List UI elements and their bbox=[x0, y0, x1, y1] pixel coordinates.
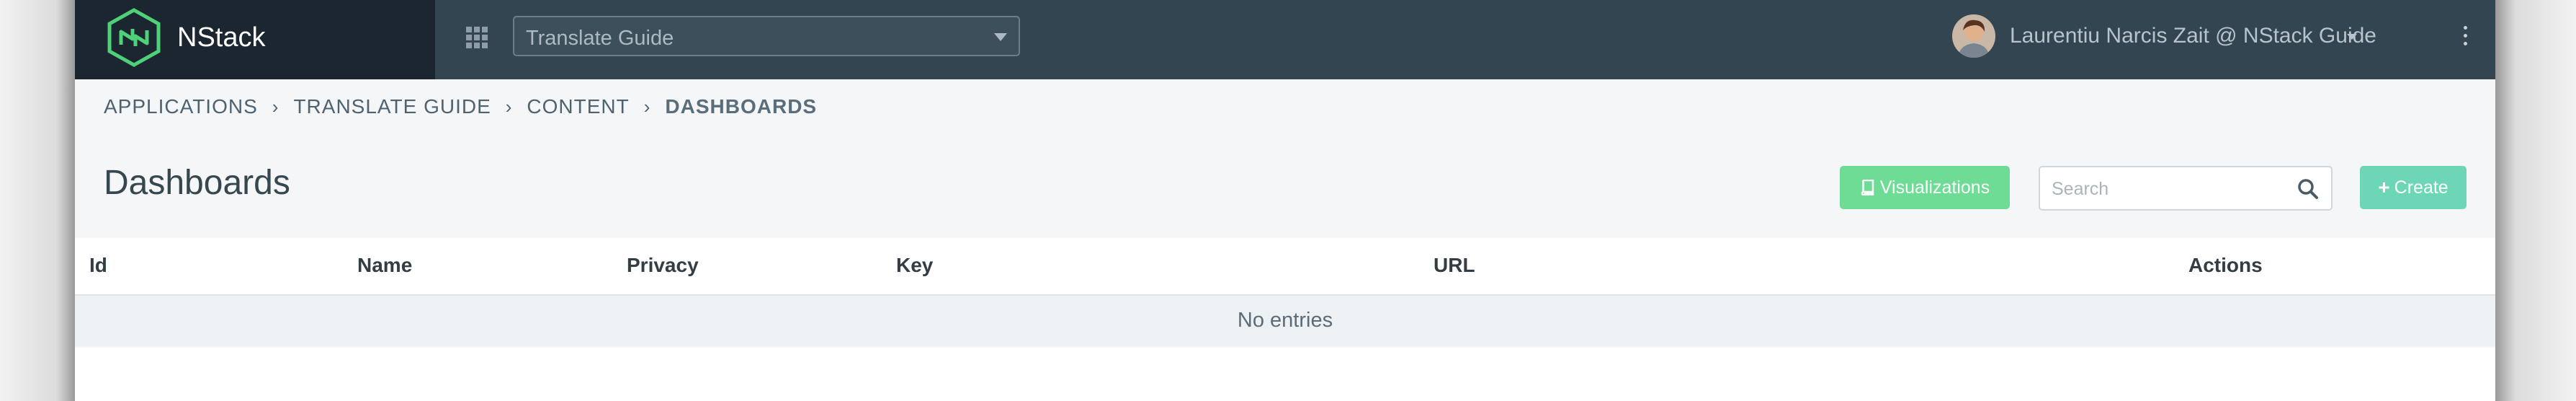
right-backdrop bbox=[2495, 0, 2576, 401]
breadcrumb-applications[interactable]: APPLICATIONS bbox=[104, 95, 258, 118]
nstack-logo-icon bbox=[107, 8, 161, 67]
breadcrumb-content[interactable]: CONTENT bbox=[527, 95, 629, 118]
chevron-down-icon[interactable] bbox=[2347, 34, 2357, 40]
application-select[interactable]: Translate Guide bbox=[513, 16, 1020, 56]
dashboards-table: Id Name Privacy Key URL Actions No entri… bbox=[75, 238, 2495, 346]
search-box bbox=[2039, 166, 2333, 211]
left-backdrop bbox=[0, 0, 75, 401]
column-header-key[interactable]: Key bbox=[896, 254, 933, 277]
search-icon[interactable] bbox=[2297, 177, 2320, 200]
user-menu[interactable]: Laurentiu Narcis Zait @ NStack Guide bbox=[2010, 23, 2376, 49]
table-empty-row: No entries bbox=[75, 296, 2495, 346]
table-header: Id Name Privacy Key URL Actions bbox=[75, 238, 2495, 296]
apps-grid-icon[interactable] bbox=[464, 25, 490, 50]
breadcrumb-separator: › bbox=[272, 95, 279, 118]
page-title: Dashboards bbox=[104, 164, 290, 202]
top-navbar: NStack Translate Guide Laurentiu Narcis … bbox=[75, 0, 2495, 79]
breadcrumb-dashboards: DASHBOARDS bbox=[665, 95, 818, 118]
app-window: NStack Translate Guide Laurentiu Narcis … bbox=[75, 0, 2495, 401]
empty-state-text: No entries bbox=[1237, 309, 1333, 332]
brand-name: NStack bbox=[177, 22, 266, 53]
plus-icon: + bbox=[2378, 176, 2390, 198]
column-header-name[interactable]: Name bbox=[357, 254, 412, 277]
brand[interactable]: NStack bbox=[75, 0, 435, 79]
column-header-actions: Actions bbox=[2188, 254, 2263, 276]
breadcrumb-separator: › bbox=[643, 95, 651, 118]
search-input[interactable] bbox=[2052, 175, 2289, 203]
application-select-value: Translate Guide bbox=[526, 27, 674, 50]
column-header-privacy[interactable]: Privacy bbox=[627, 254, 699, 277]
content-area-bottom bbox=[75, 348, 2495, 401]
breadcrumb-separator: › bbox=[505, 95, 513, 118]
create-button-label: Create bbox=[2394, 177, 2448, 198]
avatar-image bbox=[1952, 14, 1995, 58]
visualizations-button-label: Visualizations bbox=[1879, 177, 1990, 198]
chevron-down-icon bbox=[994, 33, 1007, 41]
breadcrumb-translate-guide[interactable]: TRANSLATE GUIDE bbox=[293, 95, 491, 118]
avatar[interactable] bbox=[1952, 14, 1995, 58]
breadcrumb: APPLICATIONS › TRANSLATE GUIDE › CONTENT… bbox=[104, 94, 817, 120]
column-header-id[interactable]: Id bbox=[89, 254, 107, 277]
create-button[interactable]: + Create bbox=[2360, 166, 2467, 209]
kebab-menu-icon[interactable] bbox=[2459, 23, 2471, 49]
column-header-url[interactable]: URL bbox=[1434, 254, 1475, 277]
visualizations-button[interactable]: Visualizations bbox=[1840, 166, 2010, 209]
book-icon bbox=[1861, 180, 1874, 195]
